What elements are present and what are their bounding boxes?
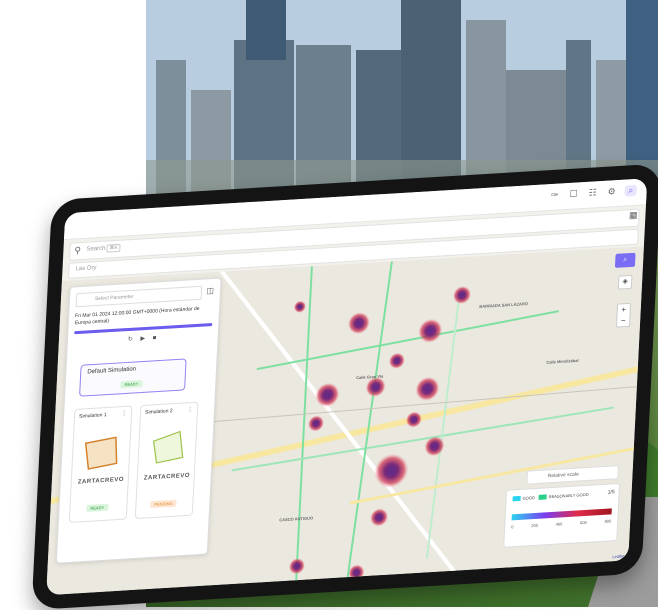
legend-reasonably-good-label: REASONABLY GOOD	[549, 492, 589, 499]
legend-tick: 800	[604, 518, 611, 523]
simulation-panel: Select Parameter ◫ Fri Mar 01 2024 12:00…	[56, 278, 222, 564]
parameter-placeholder: Select Parameter	[95, 294, 134, 302]
good-swatch	[513, 496, 521, 501]
status-badge: PENDING	[150, 500, 177, 509]
legend-ticks: 0 200 400 600 800	[511, 518, 611, 529]
simulation-card-2[interactable]: Simulation 2 ⋮ ZARTACREVO PENDING	[135, 402, 199, 519]
simulation-title: Simulation 2	[145, 408, 173, 416]
map-search-button[interactable]: ⌕	[615, 253, 636, 268]
simulation-title: Simulation 1	[79, 412, 107, 420]
shortcut-badge: ⌘K	[106, 244, 121, 253]
legend-tick: 200	[531, 523, 538, 528]
parameter-select[interactable]: Select Parameter	[76, 286, 203, 308]
playback-controls[interactable]: ↻ ▶ ■	[128, 334, 160, 343]
grid-icon[interactable]: ☷	[586, 187, 599, 199]
default-simulation-title: Default Simulation	[87, 366, 136, 375]
map-legend: GOOD REASONABLY GOOD 1/5 0 200 400 600 8…	[503, 483, 620, 548]
gear-icon[interactable]: ⚙	[605, 186, 618, 198]
search-tool-icon[interactable]: ⌕	[624, 185, 637, 197]
relative-scale-label: Relative scale	[548, 471, 579, 479]
default-simulation-card[interactable]: Default Simulation READY	[79, 358, 187, 396]
legend-tick: 0	[511, 524, 513, 529]
search-label: Search	[86, 246, 105, 253]
kebab-menu-icon[interactable]: ⋮	[121, 410, 127, 417]
legend-good-label: GOOD	[523, 495, 535, 501]
area-thumbnail	[72, 421, 131, 484]
area-thumbnail	[138, 417, 197, 480]
reasonably-good-swatch	[539, 494, 547, 499]
tablet-screen: ✑ ☐ ☷ ⚙ ⌕ ⚲ Search ⌘K ▦ Las Ory	[46, 178, 647, 595]
zoom-out-button[interactable]: −	[617, 315, 630, 327]
legend-pager[interactable]: 1/5	[608, 489, 615, 495]
location-value: Las Ory	[75, 265, 96, 272]
legend-tick: 400	[556, 521, 563, 526]
trash-icon[interactable]: ◫	[206, 286, 214, 295]
zoom-control: + −	[616, 303, 631, 328]
topbar-icons: ✑ ☐ ☷ ⚙ ⌕	[548, 185, 637, 201]
window-icon[interactable]: ☐	[567, 188, 580, 200]
map-attribution[interactable]: Leaflet	[612, 553, 624, 559]
simulation-card-1[interactable]: Simulation 1 ⋮ ZARTACREVO READY	[69, 406, 133, 523]
tablet-frame: ✑ ☐ ☷ ⚙ ⌕ ⚲ Search ⌘K ▦ Las Ory	[32, 163, 658, 610]
tablet-mockup: ✑ ☐ ☷ ⚙ ⌕ ⚲ Search ⌘K ▦ Las Ory	[20, 178, 658, 598]
legend-tick: 600	[580, 520, 587, 525]
share-icon[interactable]: ✑	[548, 189, 561, 201]
status-badge: READY	[86, 504, 108, 512]
brand-logo: ZARTACREVO	[78, 477, 125, 486]
search-icon: ⚲	[74, 245, 81, 256]
status-badge: READY	[120, 380, 142, 388]
calendar-icon[interactable]: ▦	[629, 210, 638, 222]
zoom-in-button[interactable]: +	[618, 304, 631, 316]
layers-icon[interactable]: ◈	[618, 275, 633, 290]
kebab-menu-icon[interactable]: ⋮	[187, 406, 193, 413]
